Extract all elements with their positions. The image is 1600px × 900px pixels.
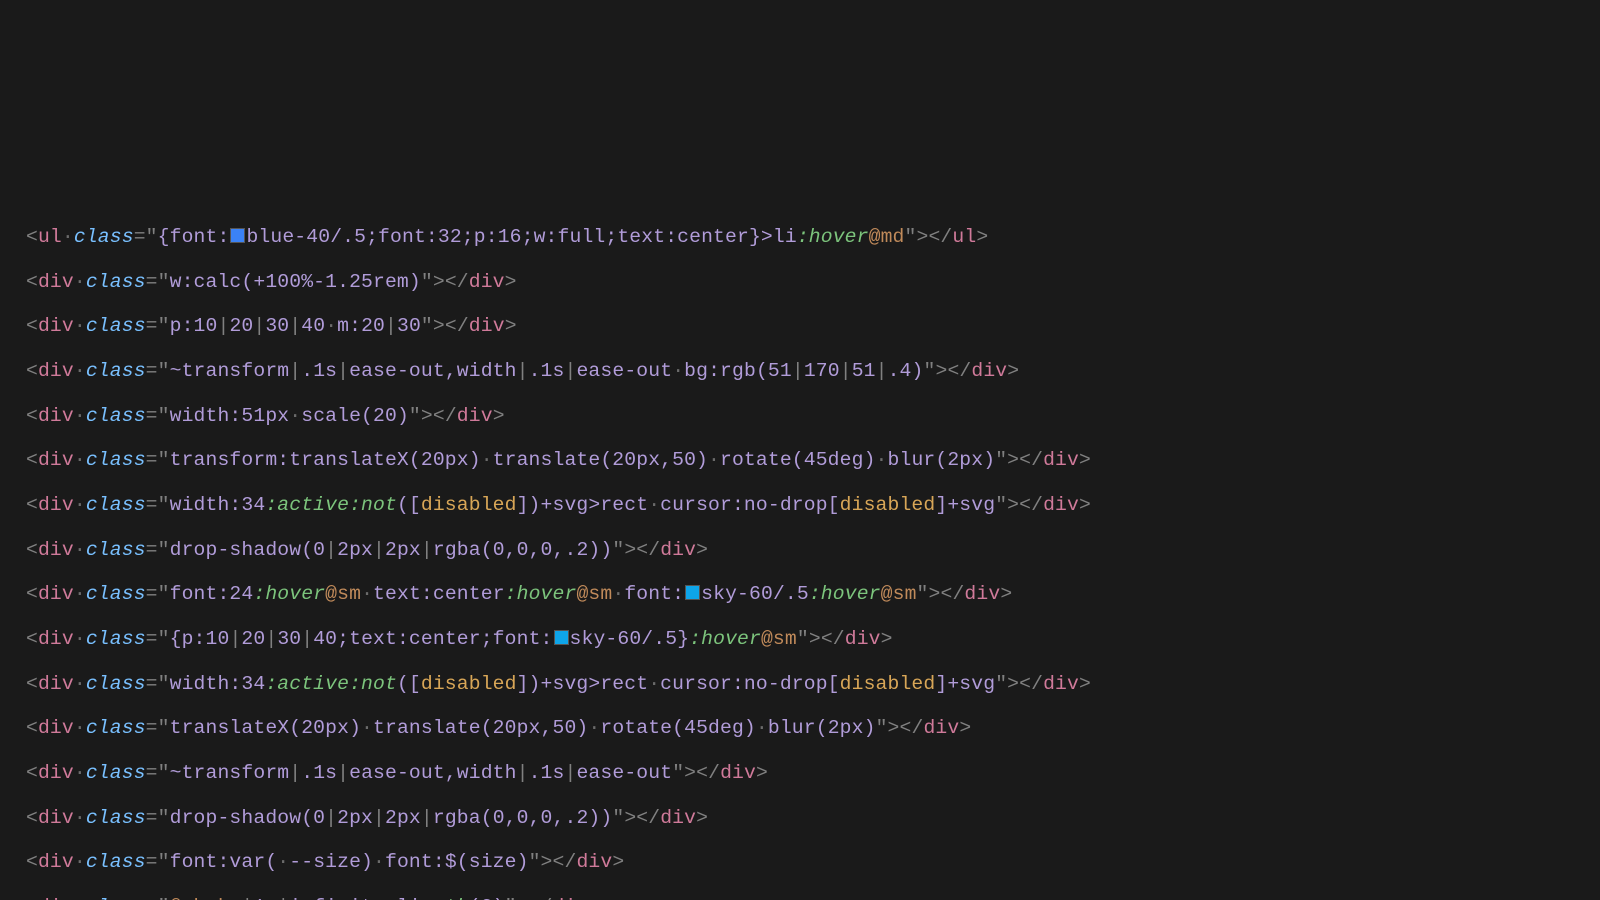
tag-name: div: [38, 628, 74, 650]
tag-name: div: [38, 851, 74, 873]
code-line: <div·class="{p:10|20|30|40;text:center;f…: [26, 617, 1574, 662]
attr-name: class: [86, 494, 146, 516]
color-swatch: [554, 630, 569, 645]
tag-name: div: [38, 405, 74, 427]
code-line: <div·class="@shake|1s|infinite>li:nth(2)…: [26, 885, 1574, 900]
code-line: <div·class="width:34:active:not([disable…: [26, 662, 1574, 707]
code-line: <div·class="p:10|20|30|40·m:20|30"></div…: [26, 304, 1574, 349]
code-line: <div·class="~transform|.1s|ease-out,widt…: [26, 751, 1574, 796]
attr-name: class: [86, 360, 146, 382]
color-swatch: [685, 585, 700, 600]
attr-name: class: [86, 583, 146, 605]
attr-name: class: [86, 628, 146, 650]
attr-name: class: [86, 673, 146, 695]
tag-name: div: [38, 449, 74, 471]
code-block: <ul·class="{font:blue-40/.5;font:32;p:16…: [26, 215, 1574, 900]
code-line: <div·class="font:var(·--size)·font:$(siz…: [26, 840, 1574, 885]
tag-name: ul: [38, 226, 62, 248]
attr-name: class: [86, 405, 146, 427]
tag-name: div: [38, 360, 74, 382]
code-line: <div·class="font:24:hover@sm·text:center…: [26, 572, 1574, 617]
code-line: <div·class="~transform|.1s|ease-out,widt…: [26, 349, 1574, 394]
tag-name: div: [38, 717, 74, 739]
attr-name: class: [86, 807, 146, 829]
attr-name: class: [86, 717, 146, 739]
code-line: <div·class="drop-shadow(0|2px|2px|rgba(0…: [26, 796, 1574, 841]
code-line: <div·class="transform:translateX(20px)·t…: [26, 438, 1574, 483]
tag-name: div: [38, 583, 74, 605]
code-line: <ul·class="{font:blue-40/.5;font:32;p:16…: [26, 215, 1574, 260]
attr-name: class: [86, 762, 146, 784]
attr-name: class: [86, 851, 146, 873]
attr-name: class: [86, 315, 146, 337]
attr-name: class: [86, 896, 146, 900]
tag-name: div: [38, 896, 74, 900]
code-line: <div·class="width:51px·scale(20)"></div>: [26, 394, 1574, 439]
code-line: <div·class="translateX(20px)·translate(2…: [26, 706, 1574, 751]
code-line: <div·class="drop-shadow(0|2px|2px|rgba(0…: [26, 528, 1574, 573]
tag-name: div: [38, 315, 74, 337]
attr-name: class: [86, 449, 146, 471]
code-line: <div·class="width:34:active:not([disable…: [26, 483, 1574, 528]
tag-name: div: [38, 807, 74, 829]
tag-name: div: [38, 271, 74, 293]
tag-name: div: [38, 539, 74, 561]
tag-name: div: [38, 673, 74, 695]
code-line: <div·class="w:calc(+100%-1.25rem)"></div…: [26, 260, 1574, 305]
attr-name: class: [74, 226, 134, 248]
tag-name: div: [38, 494, 74, 516]
color-swatch: [230, 228, 245, 243]
attr-name: class: [86, 539, 146, 561]
attr-name: class: [86, 271, 146, 293]
tag-name: div: [38, 762, 74, 784]
